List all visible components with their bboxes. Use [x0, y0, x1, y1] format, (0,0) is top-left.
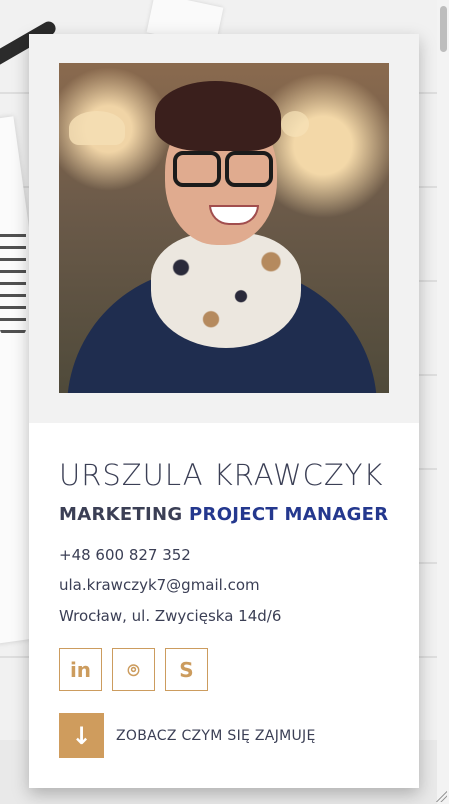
profile-role: MARKETING PROJECT MANAGER: [59, 504, 388, 525]
github-icon: ⌾: [127, 657, 140, 682]
see-what-i-do-link[interactable]: ↓ ZOBACZ CZYM SIĘ ZAJMUJĘ: [59, 713, 316, 758]
resize-grip-icon[interactable]: [433, 788, 447, 802]
phone-number[interactable]: +48 600 827 352: [59, 546, 191, 564]
profile-photo: [59, 63, 389, 393]
postal-address: Wrocław, ul. Zwycięska 14d/6: [59, 607, 282, 625]
photo-frame: [29, 34, 419, 423]
email-address[interactable]: ula.krawczyk7@gmail.com: [59, 576, 260, 594]
profile-card: URSZULA KRAWCZYK MARKETING PROJECT MANAG…: [29, 34, 419, 788]
background-notebook-spiral: [0, 225, 26, 335]
role-part-project-manager: PROJECT MANAGER: [189, 504, 389, 525]
skype-button[interactable]: S: [165, 648, 208, 691]
linkedin-button[interactable]: in: [59, 648, 102, 691]
cta-label[interactable]: ZOBACZ CZYM SIĘ ZAJMUJĘ: [116, 728, 316, 744]
profile-name: URSZULA KRAWCZYK: [59, 458, 384, 492]
social-links: in ⌾ S: [59, 648, 208, 691]
arrow-down-icon[interactable]: ↓: [59, 713, 104, 758]
linkedin-icon: in: [69, 657, 92, 682]
github-button[interactable]: ⌾: [112, 648, 155, 691]
vertical-scrollbar[interactable]: [437, 0, 449, 804]
role-part-marketing: MARKETING: [59, 504, 183, 525]
skype-icon: S: [179, 657, 194, 682]
scrollbar-thumb[interactable]: [440, 6, 447, 52]
